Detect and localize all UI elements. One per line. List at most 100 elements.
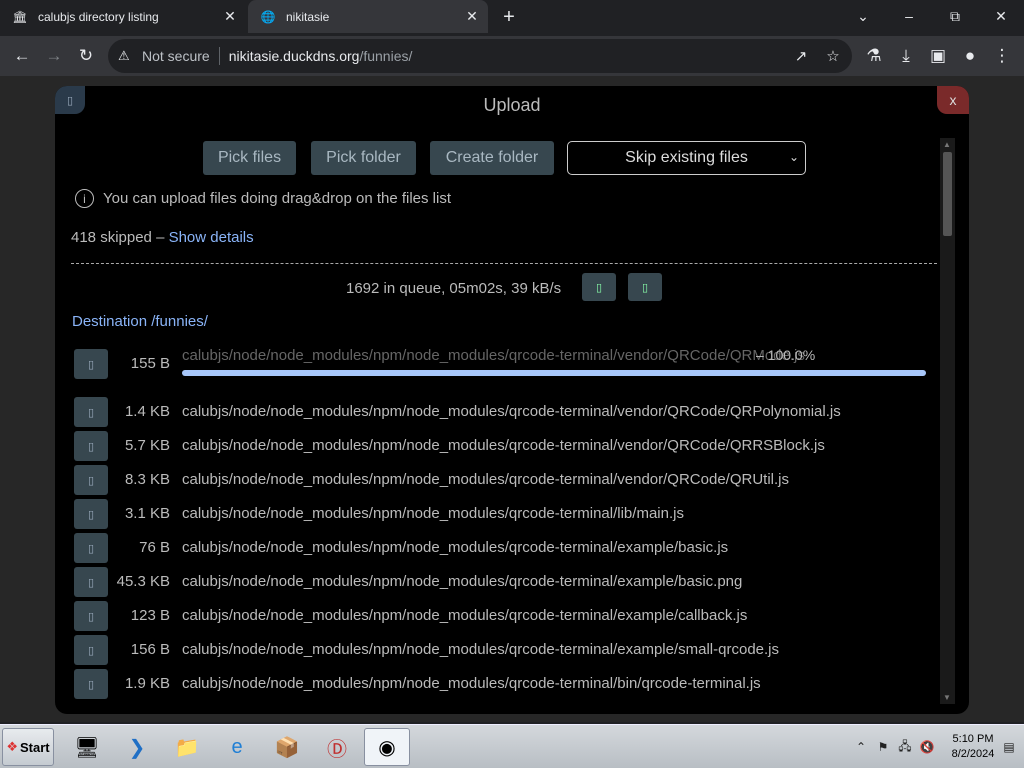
file-row-button[interactable]: ▯ — [74, 465, 108, 495]
server-manager-icon[interactable]: 🖥 — [64, 728, 110, 766]
skipped-summary: 418 skipped – Show details — [71, 229, 254, 246]
file-row: ▯ 123 B calubjs/node/node_modules/npm/node… — [74, 601, 934, 631]
menu-kebab-icon[interactable]: ⋮ — [988, 42, 1016, 70]
info-hint: i You can upload files doing drag&drop o… — [75, 189, 451, 208]
file-size: 76 B — [139, 539, 170, 556]
reload-icon[interactable]: ↻ — [72, 42, 100, 70]
file-row: ▯ 1.4 KB calubjs/node/node_modules/npm/nod… — [74, 397, 934, 427]
file-row-button[interactable]: ▯ — [74, 567, 108, 597]
explorer-folder-icon[interactable]: 📁 — [164, 728, 210, 766]
share-icon[interactable]: ↗ — [790, 45, 812, 67]
pause-icon[interactable]: ▯ — [582, 273, 616, 301]
create-folder-button[interactable]: Create folder — [430, 141, 554, 175]
progress-bar — [182, 370, 926, 376]
scroll-down-icon[interactable]: ▼ — [943, 693, 951, 702]
modal-title: Upload — [483, 95, 541, 115]
select-value: Skip existing files — [625, 149, 748, 166]
profile-avatar-icon[interactable]: ● — [956, 42, 984, 70]
show-desktop-icon[interactable]: ▤ — [998, 728, 1022, 766]
info-text: You can upload files doing drag&drop on … — [103, 190, 452, 207]
restore-icon[interactable]: ⧉ — [932, 2, 978, 30]
file-path: calubjs/node/node_modules/npm/node_modul… — [182, 505, 684, 522]
show-details-link[interactable]: Show details — [169, 229, 254, 246]
security-label[interactable]: Not secure — [142, 48, 210, 64]
new-tab-icon[interactable]: + — [498, 6, 520, 28]
file-row: ▯ 8.3 KB calubjs/node/node_modules/npm/nod… — [74, 465, 934, 495]
tab-close-icon[interactable]: ✕ — [220, 7, 240, 27]
file-size: 8.3 KB — [124, 471, 170, 488]
file-path: calubjs/node/node_modules/npm/node_modul… — [182, 607, 748, 624]
warning-icon[interactable]: ⚠ — [118, 48, 134, 64]
file-row: ▯ 155 B calubjs/node/node_modules/npm/node… — [74, 347, 934, 379]
pick-files-button[interactable]: Pick files — [203, 141, 296, 175]
url-path: /funnies/ — [359, 48, 413, 64]
powershell-icon[interactable]: ❯ — [114, 728, 160, 766]
file-path: calubjs/node/node_modules/npm/node_modul… — [182, 471, 789, 488]
file-size: 155 B — [130, 355, 170, 372]
file-row-button[interactable]: ▯ — [74, 499, 108, 529]
window-close-icon[interactable]: ✕ — [978, 2, 1024, 30]
tab-nikitasie[interactable]: 🌐 nikitasie ✕ — [248, 0, 488, 33]
app-d-icon[interactable]: Ⓓ — [314, 728, 360, 766]
tab-title: nikitasie — [286, 9, 330, 24]
tab-directory-listing[interactable]: 🏛 calubjs directory listing ✕ — [0, 0, 246, 33]
scrollbar-thumb[interactable] — [943, 152, 952, 236]
file-row: ▯ 3.1 KB calubjs/node/node_modules/npm/nod… — [74, 499, 934, 529]
address-bar[interactable]: ⚠ Not secure nikitasie.duckdns.org /funn… — [108, 39, 852, 73]
internet-explorer-icon[interactable]: e — [214, 728, 260, 766]
file-row: ▯ 156 B calubjs/node/node_modules/npm/node… — [74, 635, 934, 665]
show-hidden-icons-icon[interactable]: ⌃ — [850, 740, 872, 754]
download-icon[interactable]: ⤓ — [892, 42, 920, 70]
upload-modal: ▯ Upload x Pick files Pick folder Create… — [55, 86, 969, 714]
file-row: ▯ 76 B calubjs/node/node_modules/npm/node_… — [74, 533, 934, 563]
file-row-button[interactable]: ▯ — [74, 349, 108, 379]
start-button[interactable]: ❖ Start — [2, 728, 54, 766]
minimize-icon[interactable]: – — [886, 2, 932, 30]
stop-icon[interactable]: ▯ — [628, 273, 662, 301]
file-size: 1.4 KB — [124, 403, 170, 420]
clock[interactable]: 5:10 PM 8/2/2024 — [940, 732, 1006, 762]
destination-label: Destination /funnies/ — [72, 313, 208, 330]
file-row-button[interactable]: ▯ — [74, 431, 108, 461]
file-size: 5.7 KB — [124, 437, 170, 454]
clock-date: 8/2/2024 — [951, 748, 995, 760]
existing-files-select[interactable]: Skip existing files ⌄ — [567, 141, 806, 175]
file-row-button[interactable]: ▯ — [74, 533, 108, 563]
file-size: 156 B — [130, 641, 170, 658]
volume-muted-icon[interactable]: 🔇 — [916, 740, 938, 754]
url-host: nikitasie.duckdns.org — [228, 48, 360, 64]
chrome-icon[interactable]: ◉ — [364, 728, 410, 766]
file-row-button[interactable]: ▯ — [74, 669, 108, 699]
archive-icon[interactable]: 📦 — [264, 728, 310, 766]
back-icon[interactable]: ← — [8, 42, 36, 70]
action-center-flag-icon[interactable]: ⚑ — [872, 740, 894, 754]
scrollbar[interactable]: ▲ ▼ — [940, 138, 955, 704]
bookmark-star-icon[interactable]: ☆ — [822, 45, 844, 67]
page-content: ▯ Upload x Pick files Pick folder Create… — [0, 76, 1024, 722]
file-size: 123 B — [130, 607, 170, 624]
file-row-button[interactable]: ▯ — [74, 397, 108, 427]
chevron-down-icon: ⌄ — [788, 150, 799, 164]
modal-close-button[interactable]: x — [937, 86, 969, 114]
file-path: calubjs/node/node_modules/npm/node_modul… — [182, 437, 825, 454]
start-label: Start — [20, 739, 50, 755]
tab-title: calubjs directory listing — [38, 9, 159, 24]
bank-icon: 🏛 — [12, 9, 28, 24]
file-row: ▯ 45.3 KB calubjs/node/node_modules/npm/no… — [74, 567, 934, 597]
tab-search-icon[interactable]: ⌄ — [840, 2, 886, 30]
forward-icon[interactable]: → — [40, 42, 68, 70]
labs-flask-icon[interactable]: ⚗ — [860, 42, 888, 70]
file-row-button[interactable]: ▯ — [74, 601, 108, 631]
file-path: calubjs/node/node_modules/npm/node_modul… — [182, 539, 729, 556]
file-row-button[interactable]: ▯ — [74, 635, 108, 665]
file-path: calubjs/node/node_modules/npm/node_modul… — [182, 403, 841, 420]
progress-percent: – 100.0% — [756, 347, 816, 363]
file-size: 45.3 KB — [116, 573, 170, 590]
info-icon: i — [75, 189, 94, 208]
scroll-up-icon[interactable]: ▲ — [943, 140, 951, 149]
network-icon[interactable]: 🖧 — [894, 737, 916, 758]
tab-close-icon[interactable]: ✕ — [462, 7, 482, 27]
side-panel-icon[interactable]: ▣ — [924, 42, 952, 70]
pick-folder-button[interactable]: Pick folder — [311, 141, 416, 175]
divider — [71, 263, 937, 264]
